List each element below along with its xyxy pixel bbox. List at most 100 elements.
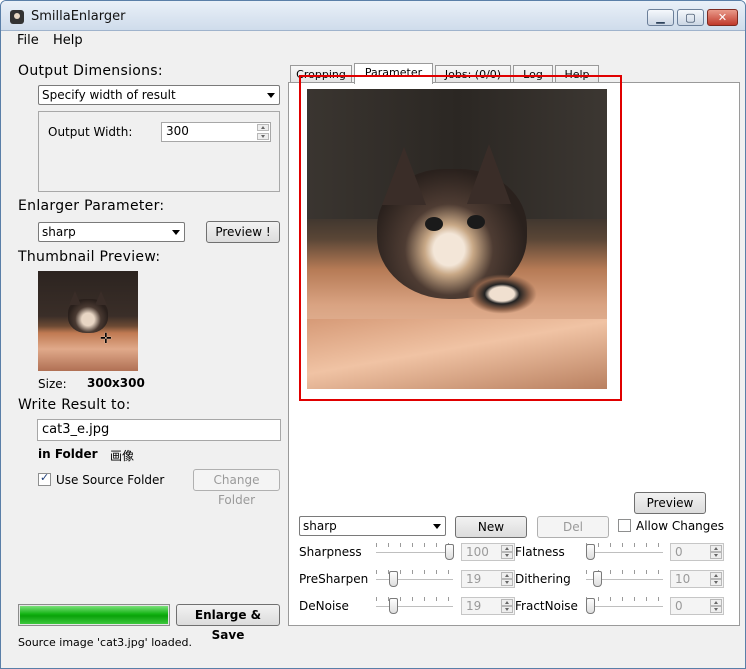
menu-bar: File Help: [1, 31, 745, 51]
spin-up-icon[interactable]: [501, 572, 513, 579]
preset-value: sharp: [42, 225, 76, 239]
enlarger-parameter-title: Enlarger Parameter:: [18, 198, 165, 214]
flatness-value-input[interactable]: 0: [670, 543, 724, 561]
menu-file[interactable]: File: [17, 33, 39, 48]
fractnoise-value: 0: [675, 599, 683, 613]
tab-jobs[interactable]: Jobs: (0/0): [435, 65, 511, 83]
preset-select[interactable]: sharp: [38, 222, 185, 242]
slider-thumb[interactable]: [586, 544, 595, 560]
app-window: SmillaEnlarger ▁ ▢ ✕ File Help Output Di…: [0, 0, 746, 669]
use-source-folder-label[interactable]: Use Source Folder: [56, 473, 164, 487]
slider-ticks: [376, 543, 453, 547]
output-width-group: Output Width: 300: [38, 111, 280, 192]
output-width-input[interactable]: 300: [161, 122, 271, 142]
thumbnail-image[interactable]: ✛: [38, 271, 138, 371]
denoise-slider[interactable]: [376, 596, 453, 616]
size-value: 300x300: [87, 376, 145, 390]
panel-preset-select[interactable]: sharp: [299, 516, 446, 536]
tab-help[interactable]: Help: [555, 65, 599, 83]
presharpen-slider[interactable]: [376, 569, 453, 589]
dithering-value-input[interactable]: 10: [670, 570, 724, 588]
fractnoise-value-input[interactable]: 0: [670, 597, 724, 615]
spin-up-icon[interactable]: [710, 545, 722, 552]
panel-preview-button[interactable]: Preview: [634, 492, 706, 514]
slider-track: [376, 579, 453, 581]
fractnoise-slider[interactable]: [586, 596, 663, 616]
slider-ticks: [586, 543, 663, 547]
delete-preset-button[interactable]: Del: [537, 516, 609, 538]
dithering-value: 10: [675, 572, 691, 586]
presharpen-value-input[interactable]: 19: [461, 570, 515, 588]
status-text: Source image 'cat3.jpg' loaded.: [18, 636, 192, 649]
flatness-label: Flatness: [515, 545, 565, 559]
new-preset-button[interactable]: New: [455, 516, 527, 538]
spin-down-icon[interactable]: [710, 579, 722, 586]
output-dimensions-title: Output Dimensions:: [18, 63, 163, 79]
allow-changes-checkbox[interactable]: [618, 519, 631, 532]
chevron-down-icon: [172, 230, 180, 235]
change-folder-button[interactable]: Change Folder: [193, 469, 280, 507]
size-label: Size:: [38, 377, 67, 391]
write-result-title: Write Result to:: [18, 397, 131, 413]
slider-ticks: [376, 570, 453, 574]
spin-down-icon[interactable]: [710, 606, 722, 613]
tab-cropping[interactable]: Cropping: [290, 65, 352, 83]
slider-thumb[interactable]: [592, 571, 602, 587]
output-width-value: 300: [166, 124, 189, 138]
slider-track: [586, 552, 663, 554]
denoise-value-input[interactable]: 19: [461, 597, 515, 615]
flatness-slider[interactable]: [586, 542, 663, 562]
preview-button[interactable]: Preview !: [206, 221, 280, 243]
sharpness-value: 100: [466, 545, 489, 559]
progress-fill: [20, 606, 168, 624]
progress-bar: [18, 604, 170, 626]
in-folder-label: in Folder: [38, 447, 98, 461]
fractnoise-label: FractNoise: [515, 599, 578, 613]
use-source-folder-checkbox[interactable]: [38, 471, 51, 486]
enlarge-save-button[interactable]: Enlarge & Save: [176, 604, 280, 642]
sharpness-label: Sharpness: [299, 545, 362, 559]
slider-track: [586, 606, 663, 608]
allow-changes-label[interactable]: Allow Changes: [636, 519, 724, 533]
spin-up-icon[interactable]: [501, 599, 513, 606]
output-filename-input[interactable]: cat3_e.jpg: [37, 419, 281, 441]
dithering-slider[interactable]: [586, 569, 663, 589]
denoise-value: 19: [466, 599, 482, 613]
app-cat-icon: [10, 10, 24, 24]
slider-thumb[interactable]: [389, 571, 399, 587]
slider-track: [376, 552, 453, 554]
spin-up-icon[interactable]: [501, 545, 513, 552]
spin-up-icon[interactable]: [710, 572, 722, 579]
spin-down-icon[interactable]: [501, 606, 513, 613]
spin-down-icon[interactable]: [257, 133, 269, 140]
sharpness-value-input[interactable]: 100: [461, 543, 515, 561]
parameter-panel: Preview sharp New Del Allow Changes Shar…: [288, 75, 740, 626]
panel-preset-value: sharp: [303, 519, 337, 533]
slider-ticks: [376, 597, 453, 601]
title-bar[interactable]: SmillaEnlarger ▁ ▢ ✕: [1, 1, 745, 31]
crosshair-icon: ✛: [100, 331, 112, 347]
slider-thumb[interactable]: [389, 598, 399, 614]
sharpness-slider[interactable]: [376, 542, 454, 562]
spin-down-icon[interactable]: [710, 552, 722, 559]
slider-thumb[interactable]: [586, 598, 595, 614]
spin-up-icon[interactable]: [710, 599, 722, 606]
slider-thumb[interactable]: [445, 544, 454, 560]
minimize-button[interactable]: ▁: [647, 9, 674, 26]
spin-up-icon[interactable]: [257, 124, 269, 131]
menu-help[interactable]: Help: [53, 33, 83, 48]
thumbnail-preview-title: Thumbnail Preview:: [18, 249, 161, 265]
output-mode-select[interactable]: Specify width of result: [38, 85, 280, 105]
output-mode-value: Specify width of result: [42, 88, 176, 102]
slider-track: [376, 606, 453, 608]
preview-image[interactable]: [307, 89, 607, 389]
slider-ticks: [586, 597, 663, 601]
presharpen-value: 19: [466, 572, 482, 586]
window-title: SmillaEnlarger: [31, 9, 126, 24]
spin-down-icon[interactable]: [501, 579, 513, 586]
maximize-button[interactable]: ▢: [677, 9, 704, 26]
spin-down-icon[interactable]: [501, 552, 513, 559]
tab-parameter[interactable]: Parameter: [354, 63, 433, 84]
close-button[interactable]: ✕: [707, 9, 738, 26]
tab-log[interactable]: Log: [513, 65, 553, 83]
